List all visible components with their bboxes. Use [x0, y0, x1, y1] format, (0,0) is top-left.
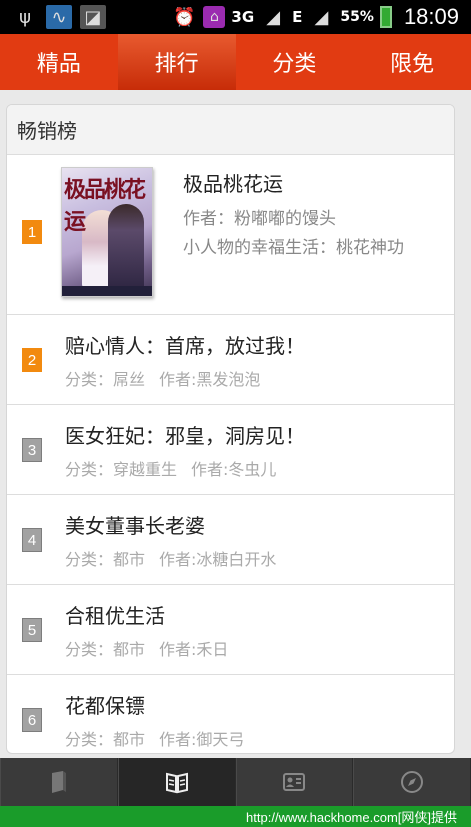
book-title: 花都保镖 [65, 694, 145, 718]
book-author: 作者：粉嘟嘟的馒头 [183, 209, 336, 229]
battery-percent: 55% [340, 9, 374, 25]
book-title: 美女董事长老婆 [65, 514, 205, 538]
book-title: 赔心情人：首席，放过我！ [65, 334, 305, 358]
book-title: 合租优生活 [65, 604, 165, 628]
tab-ranking[interactable]: 排行 [117, 34, 236, 90]
list-item[interactable]: 5 合租优生活 分类：都市 作者:禾日 [7, 585, 454, 675]
cover-bar [62, 286, 152, 296]
book-category: 分类：都市 [65, 550, 146, 569]
book-author: 作者:禾日 [159, 640, 229, 659]
nav-account[interactable] [235, 758, 354, 806]
top-tabs: 精品 排行 分类 限免 [0, 34, 471, 90]
book-author: 作者:冬虫儿 [191, 460, 277, 479]
book-category: 分类：都市 [65, 640, 146, 659]
book-author: 作者:黑发泡泡 [159, 370, 261, 389]
battery-icon [379, 6, 392, 28]
clock: 18:09 [403, 4, 459, 29]
nav-discover[interactable] [353, 758, 471, 806]
watermark-footer: http://www.hackhome.com[网侠]提供 [0, 806, 471, 827]
book-category: 分类：穿越重生 [65, 460, 178, 479]
book-cover[interactable]: 极品桃花运 [61, 167, 153, 297]
open-book-icon [165, 772, 188, 794]
image-notification-icon: ◪ [80, 5, 106, 29]
book-category: 分类：都市 [65, 730, 146, 749]
book-meta: 分类：屌丝 作者:黑发泡泡 [65, 366, 260, 390]
home-notification-icon: ⌂ [203, 6, 226, 28]
book-meta: 分类：都市 作者:禾日 [65, 636, 228, 660]
book-meta: 分类：穿越重生 作者:冬虫儿 [65, 456, 276, 480]
section-title: 畅销榜 [7, 105, 454, 155]
rank-badge: 3 [22, 438, 42, 462]
rank-badge: 5 [22, 618, 42, 642]
tab-free[interactable]: 限免 [353, 34, 471, 90]
alarm-icon: ⏰ [173, 6, 196, 28]
nav-bookshelf[interactable] [0, 758, 118, 806]
book-category: 分类：屌丝 [65, 370, 146, 389]
rank-badge: 6 [22, 708, 42, 732]
book-title: 医女狂妃：邪皇，洞房见！ [65, 424, 305, 448]
rank-badge: 4 [22, 528, 42, 552]
featured-book[interactable]: 1 极品桃花运 极品桃花运 作者：粉嘟嘟的馒头 小人物的幸福生活：桃花神功 [7, 155, 454, 315]
data-type: E [292, 8, 303, 26]
status-bar: ψ ∿ ◪ ⏰ ⌂ 3G ◢ E ◢ 55% 18:09 [0, 0, 471, 34]
tab-category[interactable]: 分类 [236, 34, 354, 90]
ranking-card: 畅销榜 1 极品桃花运 极品桃花运 作者：粉嘟嘟的馒头 小人物的幸福生活：桃花神… [6, 104, 455, 754]
list-item[interactable]: 4 美女董事长老婆 分类：都市 作者:冰糖白开水 [7, 495, 454, 585]
signal-icon: ◢ [266, 6, 281, 28]
list-item[interactable]: 3 医女狂妃：邪皇，洞房见！ 分类：穿越重生 作者:冬虫儿 [7, 405, 454, 495]
list-item[interactable]: 6 花都保镖 分类：都市 作者:御天弓 [7, 675, 454, 753]
rank-badge: 1 [22, 220, 42, 244]
bottom-nav [0, 758, 471, 806]
book-description: 小人物的幸福生活：桃花神功 [183, 238, 404, 258]
app-notification-icon: ∿ [46, 5, 72, 29]
compass-icon [401, 771, 424, 793]
book-meta: 分类：都市 作者:冰糖白开水 [65, 546, 276, 570]
book-icon [51, 771, 66, 793]
list-item[interactable]: 2 赔心情人：首席，放过我！ 分类：屌丝 作者:黑发泡泡 [7, 315, 454, 405]
book-author: 作者:冰糖白开水 [159, 550, 277, 569]
signal-icon-2: ◢ [314, 6, 329, 28]
id-card-icon [283, 773, 306, 791]
tab-featured[interactable]: 精品 [0, 34, 118, 90]
cover-title: 极品桃花运 [64, 177, 146, 235]
nav-bookstore[interactable] [117, 758, 236, 806]
rank-badge: 2 [22, 348, 42, 372]
book-meta: 分类：都市 作者:御天弓 [65, 726, 244, 750]
usb-icon: ψ [19, 6, 31, 28]
network-type: 3G [231, 8, 255, 26]
book-author: 作者:御天弓 [159, 730, 245, 749]
book-title: 极品桃花运 [183, 172, 283, 196]
